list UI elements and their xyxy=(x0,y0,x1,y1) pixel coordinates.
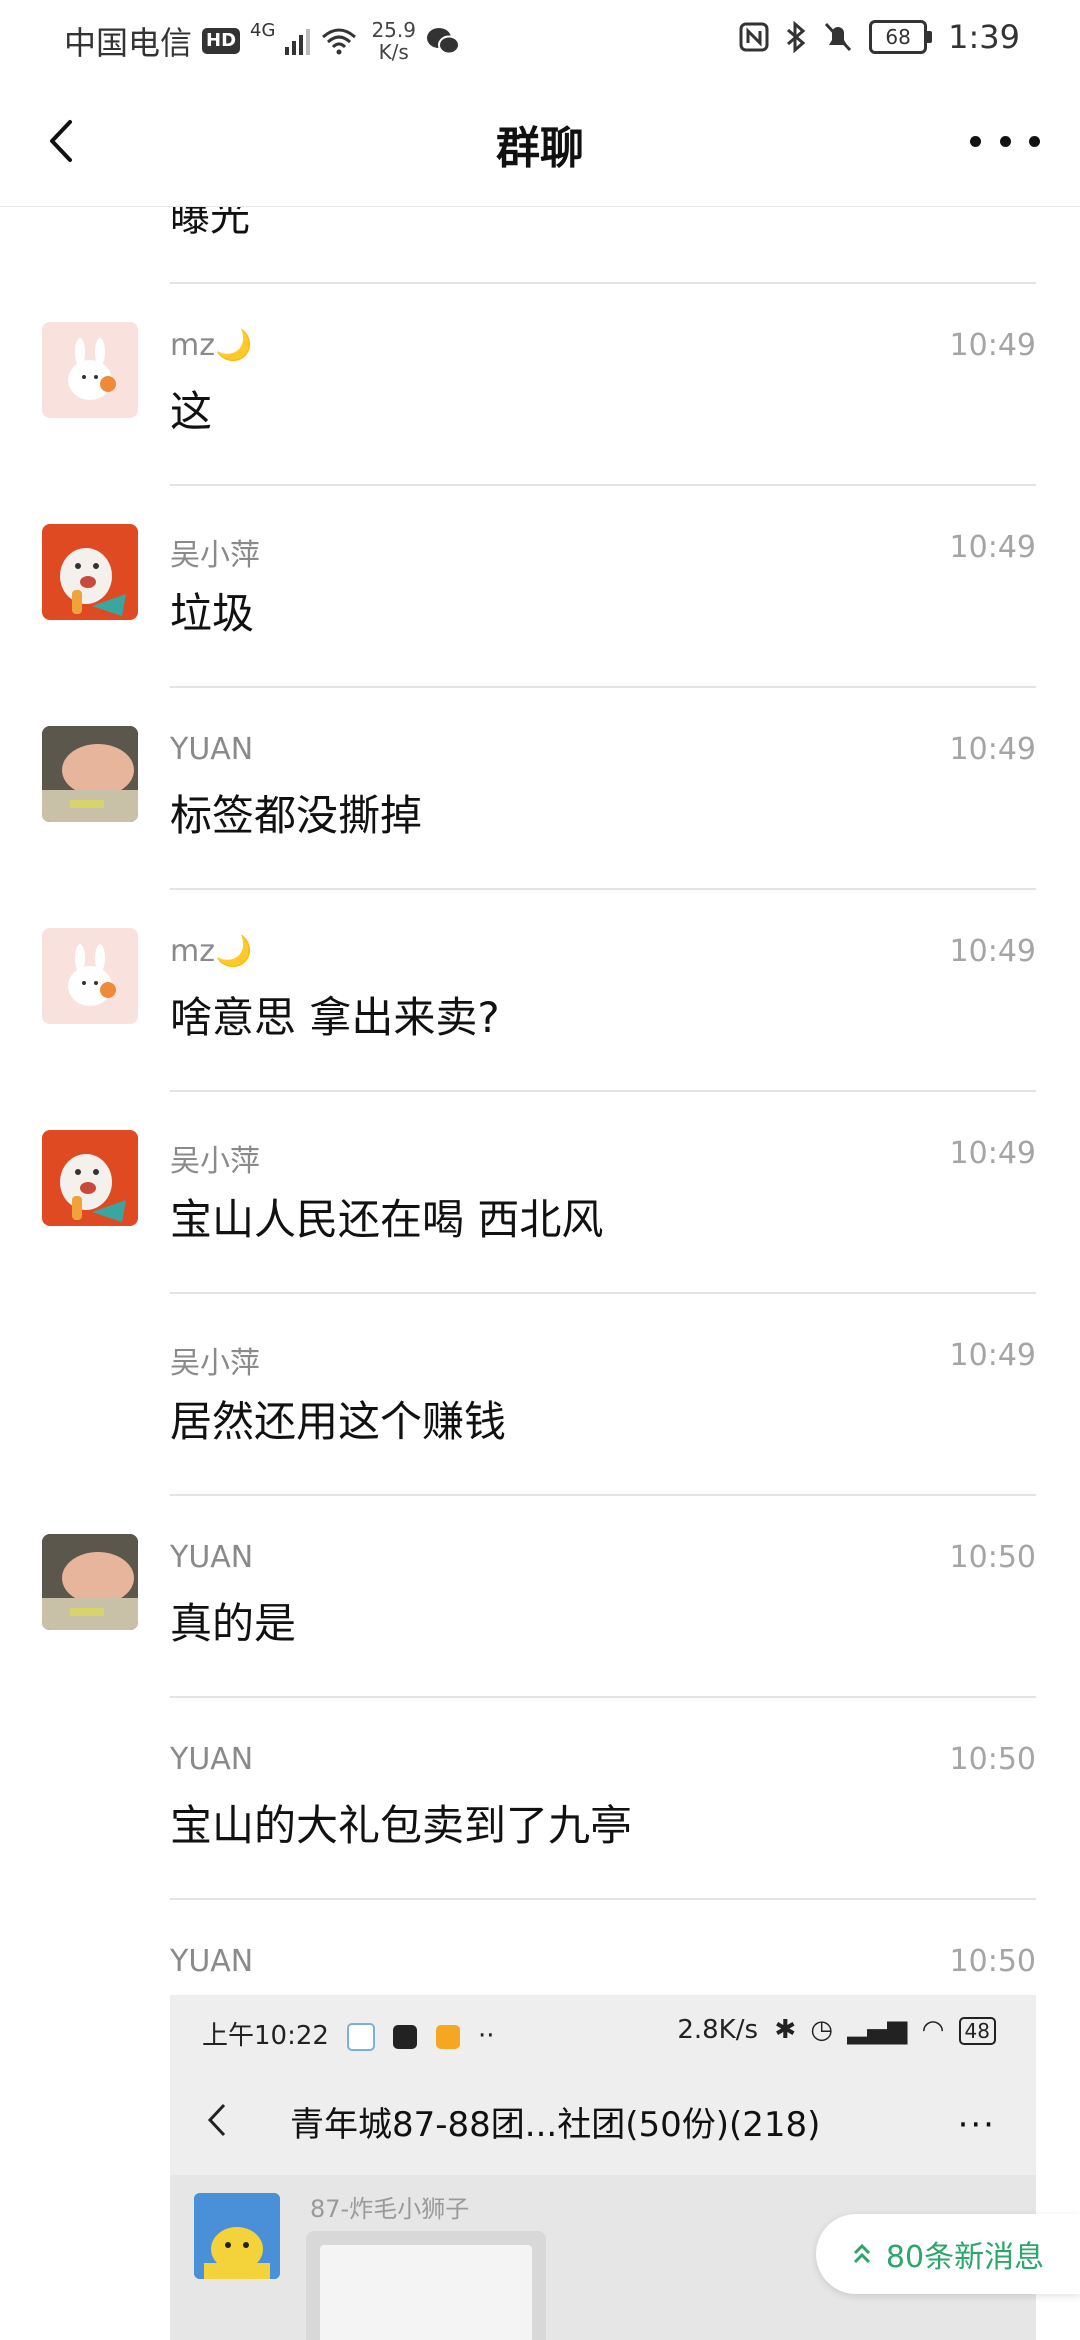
speed-unit: K/s xyxy=(378,40,409,64)
message-list[interactable]: 曝光 mz🌙 10:49 这 吴小萍 10:49 垃圾 YUAN 10:49 标… xyxy=(0,206,1080,2340)
mute-bell-icon xyxy=(825,22,852,52)
screenshot-more: ··· xyxy=(957,2105,996,2145)
pikachu-avatar xyxy=(194,2193,280,2279)
yuan-avatar[interactable] xyxy=(42,726,138,822)
shared-photo xyxy=(306,2231,546,2340)
network-type: 4G xyxy=(250,20,276,41)
message-time: 10:49 xyxy=(949,934,1036,969)
message-time: 10:50 xyxy=(949,1944,1036,1979)
message-item[interactable]: YUAN 10:50 宝山的大礼包卖到了九亭 xyxy=(0,1696,1080,1896)
message-item[interactable]: mz🌙 10:49 这 xyxy=(0,282,1080,482)
battery-indicator: 68 xyxy=(869,20,933,54)
message-time: 10:49 xyxy=(949,328,1036,363)
nfc-icon xyxy=(739,22,769,52)
signal-icon: ▂▄▆ xyxy=(847,2015,908,2045)
hd-badge: HD xyxy=(202,28,241,54)
message-time: 10:49 xyxy=(949,732,1036,767)
message-item[interactable]: 吴小萍 10:49 居然还用这个赚钱 xyxy=(0,1292,1080,1492)
sender-name: YUAN xyxy=(170,732,254,767)
clock: 1:39 xyxy=(948,18,1020,56)
screenshot-sender-name: 87-炸毛小狮子 xyxy=(310,2195,470,2223)
cat-avatar[interactable] xyxy=(42,524,138,620)
qq-icon xyxy=(393,2024,418,2049)
message-item[interactable]: 吴小萍 10:49 垃圾 xyxy=(0,484,1080,684)
chat-header: 群聊 xyxy=(0,76,1080,207)
screenshot-title: 青年城87-88团...社团(50份)(218) xyxy=(290,2105,821,2145)
notes-icon xyxy=(435,2024,460,2049)
message-text: 这 xyxy=(170,387,213,436)
screenshot-status-time: 上午10:22 xyxy=(202,2021,329,2051)
message-text: 居然还用这个赚钱 xyxy=(170,1397,507,1446)
message-time: 10:50 xyxy=(949,1742,1036,1777)
wifi-icon xyxy=(322,28,357,55)
cat-avatar[interactable] xyxy=(42,1130,138,1226)
sender-name: mz🌙 xyxy=(170,328,253,363)
new-messages-button[interactable]: 80条新消息 xyxy=(816,2214,1080,2294)
screenshot-status-speed: 2.8K/s xyxy=(677,2015,759,2045)
message-text: 标签都没撕掉 xyxy=(170,791,423,840)
yuan-avatar[interactable] xyxy=(42,1534,138,1630)
message-text: 宝山的大礼包卖到了九亭 xyxy=(170,1801,633,1850)
screenshot-battery: 48 xyxy=(958,2017,996,2045)
speed-value: 25.9 xyxy=(371,18,416,42)
new-messages-label: 80条新消息 xyxy=(885,2240,1045,2275)
app-icon xyxy=(347,2022,376,2051)
sender-name: 吴小萍 xyxy=(170,1144,260,1179)
sender-name: YUAN xyxy=(170,1742,254,1777)
sender-name: 吴小萍 xyxy=(170,538,260,573)
carrier-name: 中国电信 xyxy=(64,24,193,62)
rabbit-avatar[interactable] xyxy=(42,928,138,1024)
message-text: 宝山人民还在喝 西北风 xyxy=(170,1195,604,1244)
status-bar: 中国电信 HD 4G 25.9 K/s 68 1:39 xyxy=(0,0,1080,76)
message-text: 啥意思 拿出来卖? xyxy=(170,993,500,1042)
message-text: 垃圾 xyxy=(170,589,255,638)
screenshot-status-bar: 上午10:22 ·· 2.8K/s ✱ ◷ ▂▄▆ ◠ 48 xyxy=(170,1995,1036,2065)
double-chevron-up-icon xyxy=(853,2243,870,2264)
message-time: 10:50 xyxy=(949,1540,1036,1575)
more-options-button[interactable] xyxy=(970,116,1040,166)
message-item[interactable]: mz🌙 10:49 啥意思 拿出来卖? xyxy=(0,888,1080,1088)
message-item[interactable]: YUAN 10:50 真的是 xyxy=(0,1494,1080,1694)
wifi-icon: ◠ xyxy=(921,2015,945,2045)
sender-name: 吴小萍 xyxy=(170,1346,260,1381)
message-item[interactable]: 吴小萍 10:49 宝山人民还在喝 西北风 xyxy=(0,1090,1080,1290)
wechat-icon xyxy=(426,28,460,55)
more-dot-icon xyxy=(1029,135,1040,147)
battery-level: 68 xyxy=(869,20,928,54)
message-time: 10:49 xyxy=(949,1136,1036,1171)
sender-name: YUAN xyxy=(170,1540,254,1575)
more-dot-icon xyxy=(970,135,981,147)
message-time: 10:49 xyxy=(949,530,1036,565)
sender-name: YUAN xyxy=(170,1944,254,1979)
alarm-icon: ◷ xyxy=(810,2015,834,2045)
message-item[interactable]: YUAN 10:49 标签都没撕掉 xyxy=(0,686,1080,886)
chevron-left-icon xyxy=(207,2103,226,2137)
partial-message-text: 曝光 xyxy=(170,206,250,240)
rabbit-avatar[interactable] xyxy=(42,322,138,418)
sender-name: mz🌙 xyxy=(170,934,253,969)
network-speed: 25.9 K/s xyxy=(371,19,416,63)
screenshot-header: 青年城87-88团...社团(50份)(218) ··· xyxy=(170,2065,1036,2175)
signal-icon xyxy=(285,29,311,55)
more-dot-icon xyxy=(999,135,1011,147)
bluetooth-icon: ✱ xyxy=(774,2015,797,2045)
message-text: 真的是 xyxy=(170,1599,297,1648)
page-title: 群聊 xyxy=(496,123,584,174)
bluetooth-icon xyxy=(787,21,806,53)
message-time: 10:49 xyxy=(949,1338,1036,1373)
